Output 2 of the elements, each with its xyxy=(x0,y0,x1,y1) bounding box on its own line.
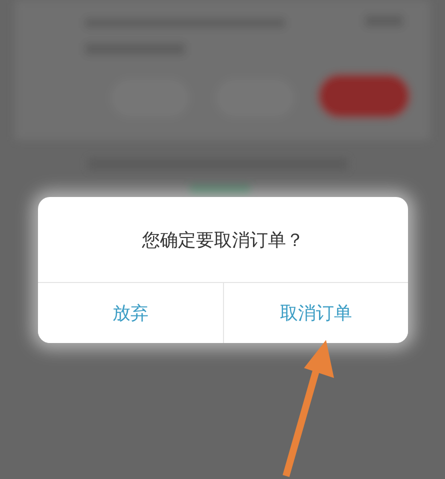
dialog-button[interactable]: 放弃 xyxy=(38,283,222,343)
dialog-button[interactable]: 取消订单 xyxy=(222,283,408,343)
